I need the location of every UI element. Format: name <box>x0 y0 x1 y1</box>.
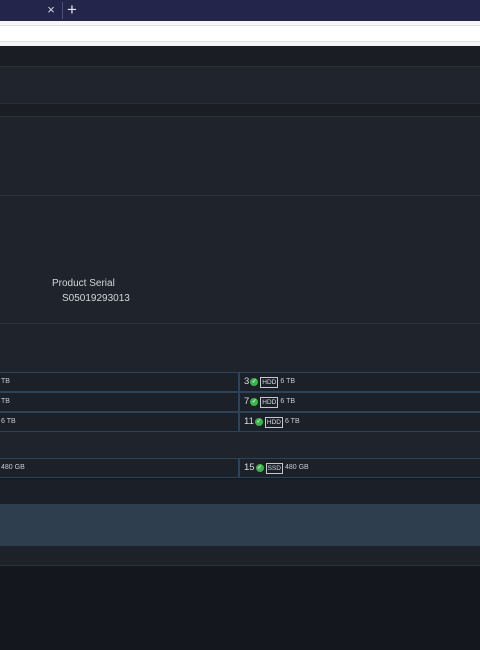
drive-size: 480 GB <box>1 464 25 471</box>
drive-slot-cell[interactable]: 3 ✓ HDD 6 TB <box>239 372 480 392</box>
check-circle-icon: ✓ <box>255 464 264 473</box>
device-info-panel <box>0 196 480 324</box>
product-serial-value: S05019293013 <box>62 293 130 304</box>
drive-type-badge: HDD <box>264 416 283 428</box>
check-circle-icon: ✓ <box>250 378 259 387</box>
info-panel <box>0 116 480 196</box>
drive-section-header <box>0 324 480 372</box>
section-gap <box>0 104 480 116</box>
drive-slot-cell[interactable]: 6 TB <box>0 412 239 432</box>
address-field[interactable] <box>0 25 480 42</box>
drive-size: 6 TB <box>1 418 16 425</box>
drive-size: 6 TB <box>280 378 296 386</box>
drive-slot-number: 11 <box>244 416 254 427</box>
drive-slot-number: 3 <box>244 376 250 387</box>
drive-slot-cell[interactable]: 15 ✓ SSD 480 GB <box>239 458 480 478</box>
drive-size: 6 TB <box>280 398 296 406</box>
header-section <box>0 67 480 104</box>
drive-slot-cell[interactable]: 11 ✓ HDD 6 TB <box>239 412 480 432</box>
drive-type-badge: HDD <box>260 396 279 408</box>
footer-bar <box>0 546 480 566</box>
drive-slot-cell[interactable]: 480 GB <box>0 458 239 478</box>
check-circle-icon: ✓ <box>250 398 259 407</box>
new-tab-icon[interactable]: + <box>64 0 80 20</box>
drive-type-badge: SSD <box>265 462 283 474</box>
drive-size: TB <box>1 398 10 405</box>
tab-close-icon[interactable]: × <box>44 2 58 18</box>
tab-divider <box>62 2 63 19</box>
drive-size: TB <box>1 378 10 385</box>
drive-slot-cell[interactable]: TB <box>0 372 239 392</box>
product-serial-label: Product Serial <box>52 278 115 289</box>
drive-slot-cell[interactable]: TB <box>0 392 239 412</box>
check-circle-icon: ✓ <box>254 418 263 427</box>
section-spacer <box>0 479 480 504</box>
drive-slot-number: 7 <box>244 396 250 407</box>
drive-slot-number: 15 <box>244 462 255 473</box>
ssd-section-header <box>0 432 480 458</box>
drive-size: 6 TB <box>284 418 300 426</box>
drive-type-badge: HDD <box>260 376 279 388</box>
drive-size: 480 GB <box>284 464 309 472</box>
top-nav-bar <box>0 46 480 67</box>
drive-slot-cell[interactable]: 7 ✓ HDD 6 TB <box>239 392 480 412</box>
highlight-band <box>0 504 480 546</box>
